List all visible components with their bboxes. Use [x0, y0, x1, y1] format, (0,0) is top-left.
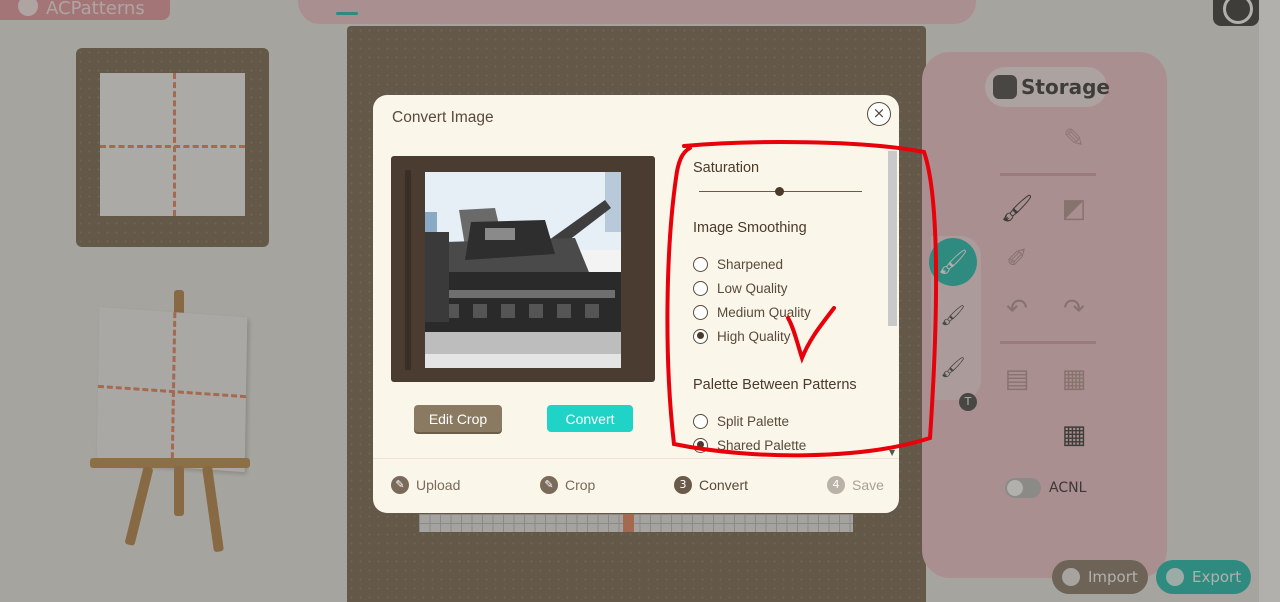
radio-label: Sharpened	[717, 256, 784, 272]
radio-label: Medium Quality	[717, 304, 811, 320]
dialog-title: Convert Image	[392, 109, 494, 126]
step-label: Save	[852, 477, 884, 493]
edit-crop-button[interactable]: Edit Crop	[414, 405, 502, 432]
step-crop[interactable]: ✎ Crop	[540, 476, 595, 494]
step-number: 3	[674, 476, 692, 494]
radio-circle	[693, 280, 708, 296]
radio-circle	[693, 413, 708, 429]
convert-button[interactable]: Convert	[547, 405, 633, 432]
image-preview-panel	[391, 156, 655, 382]
saturation-heading: Saturation	[693, 160, 760, 176]
image-smoothing-heading: Image Smoothing	[693, 220, 807, 236]
radio-sharpened[interactable]: Sharpened	[693, 254, 783, 274]
options-scrollbar[interactable]: ▼	[887, 149, 898, 457]
pencil-icon: ✎	[540, 476, 558, 494]
palette-heading: Palette Between Patterns	[693, 377, 857, 393]
radio-circle	[693, 304, 708, 320]
step-save: 4 Save	[827, 476, 884, 494]
radio-label: Shared Palette	[717, 437, 807, 453]
radio-circle-selected	[693, 437, 708, 453]
radio-label: Split Palette	[717, 413, 790, 429]
saturation-slider-handle[interactable]	[775, 187, 784, 196]
footer-divider	[373, 458, 899, 459]
scroll-down-arrow-icon[interactable]: ▼	[889, 448, 895, 457]
pencil-icon: ✎	[391, 476, 409, 494]
converted-tank-image	[425, 172, 621, 368]
radio-low-quality[interactable]: Low Quality	[693, 278, 788, 298]
radio-label: High Quality	[717, 328, 791, 344]
radio-split-palette[interactable]: Split Palette	[693, 411, 789, 431]
step-upload[interactable]: ✎ Upload	[391, 476, 460, 494]
radio-high-quality[interactable]: High Quality	[693, 326, 791, 346]
convert-image-dialog: Convert Image × Edit Crop Convert Satura…	[373, 95, 899, 513]
radio-circle-selected	[693, 328, 708, 344]
preview-slot	[405, 170, 411, 370]
close-button[interactable]: ×	[867, 102, 891, 126]
step-label: Convert	[699, 477, 749, 493]
step-label: Upload	[416, 477, 461, 493]
radio-shared-palette[interactable]: Shared Palette	[693, 435, 806, 455]
step-label: Crop	[565, 477, 596, 493]
step-convert[interactable]: 3 Convert	[674, 476, 748, 494]
radio-medium-quality[interactable]: Medium Quality	[693, 302, 811, 322]
conversion-options: Saturation Image Smoothing Sharpened Low…	[678, 149, 888, 456]
step-number: 4	[827, 476, 845, 494]
scrollbar-thumb[interactable]	[888, 151, 897, 326]
radio-label: Low Quality	[717, 280, 788, 296]
radio-circle	[693, 256, 708, 272]
